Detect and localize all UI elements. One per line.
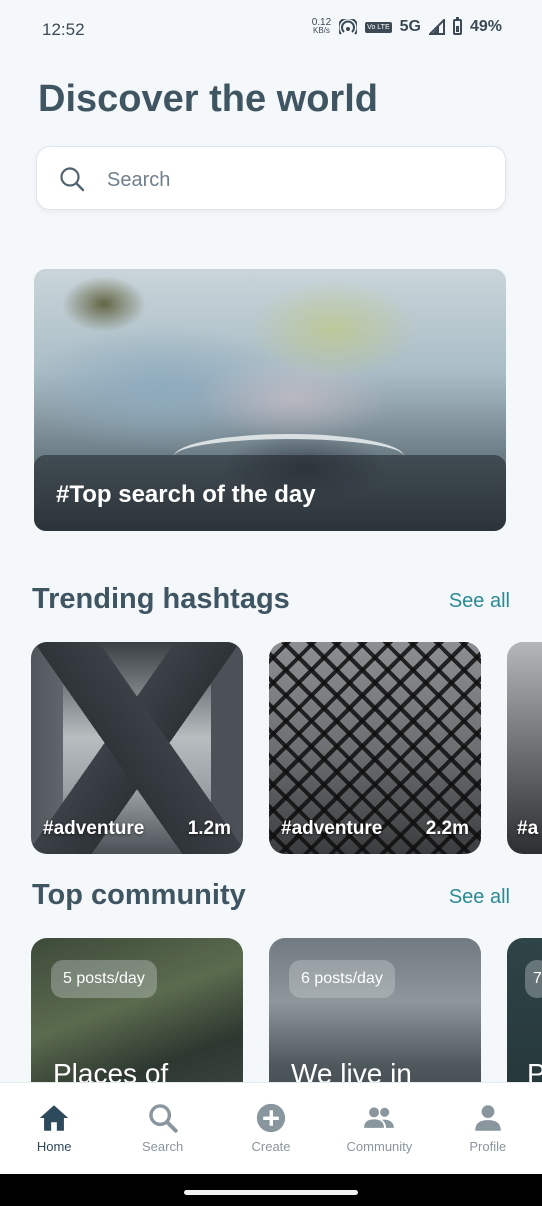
home-gesture-handle[interactable] [184, 1190, 358, 1195]
top-search-card[interactable]: #Top search of the day [34, 269, 506, 531]
status-icons: 0.12 KB/s Vo LTE 5G 49% [312, 17, 502, 36]
page-title: Discover the world [38, 78, 378, 120]
hotspot-icon [339, 19, 358, 35]
posts-per-day-badge: 6 posts/day [289, 960, 395, 998]
hashtag-count: 1.2m [187, 818, 231, 839]
status-bar: 12:52 0.12 KB/s Vo LTE 5G 49% [0, 0, 542, 60]
battery-percent: 49% [469, 18, 502, 35]
hashtag-count: 2.2m [425, 818, 469, 839]
nav-profile[interactable]: Profile [434, 1083, 542, 1175]
hashtag-card[interactable]: #adventure 1.2m [31, 642, 243, 854]
network-speed: 0.12 KB/s [312, 18, 331, 35]
hero-label: #Top search of the day [56, 481, 316, 508]
battery-icon [452, 17, 462, 35]
people-icon [364, 1107, 395, 1128]
posts-per-day-badge: 5 posts/day [51, 960, 157, 998]
gesture-bar [0, 1174, 542, 1206]
nav-create[interactable]: Create [217, 1083, 325, 1175]
community-see-all-link[interactable]: See all [449, 886, 510, 909]
trending-title: Trending hashtags [32, 583, 290, 615]
search-bar[interactable] [36, 146, 506, 210]
posts-per-day-badge: 7 [525, 960, 542, 998]
trending-see-all-link[interactable]: See all [449, 590, 510, 613]
nav-label: Search [142, 1139, 184, 1154]
volte-icon: Vo LTE [365, 21, 392, 33]
signal-icon [428, 19, 445, 35]
person-icon [475, 1105, 501, 1131]
hashtag-label: #adventure [43, 818, 145, 839]
hashtag-card[interactable]: #a [507, 642, 542, 854]
network-type: 5G [399, 18, 421, 35]
nav-label: Create [251, 1139, 291, 1154]
status-time: 12:52 [42, 20, 85, 39]
hashtag-card[interactable]: #adventure 2.2m [269, 642, 481, 854]
nav-label: Community [346, 1139, 413, 1154]
search-icon [60, 167, 85, 192]
nav-home[interactable]: Home [0, 1083, 108, 1175]
search-input[interactable] [105, 163, 489, 197]
network-speed-unit: KB/s [312, 26, 330, 35]
bottom-navigation: Home Search Create Community Profile [0, 1082, 542, 1175]
plus-circle-icon [256, 1103, 286, 1133]
hashtag-label: #a [517, 818, 539, 839]
hashtag-label: #adventure [281, 818, 383, 839]
home-icon [40, 1105, 69, 1131]
search-icon [148, 1104, 178, 1133]
nav-label: Profile [469, 1139, 507, 1154]
nav-community[interactable]: Community [325, 1083, 433, 1175]
community-title: Top community [32, 879, 246, 911]
nav-label: Home [36, 1139, 72, 1154]
nav-search[interactable]: Search [108, 1083, 216, 1175]
